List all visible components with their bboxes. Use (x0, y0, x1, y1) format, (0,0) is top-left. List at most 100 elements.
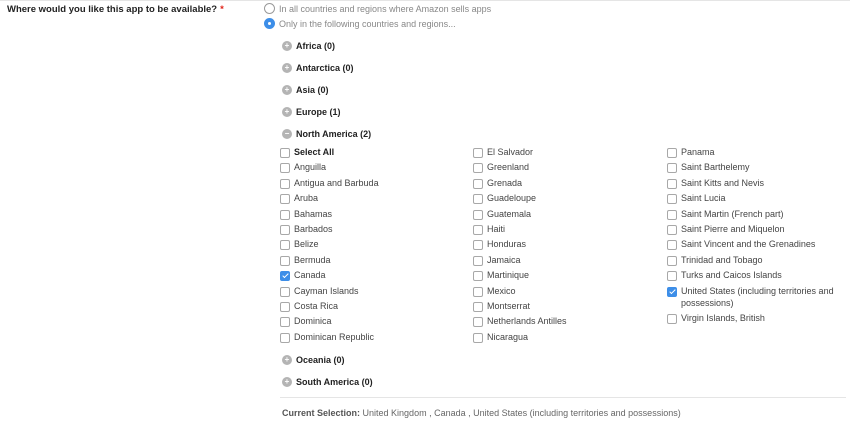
checkbox-icon[interactable] (473, 148, 483, 158)
checkbox-checked-icon[interactable] (667, 286, 677, 297)
country-checkbox[interactable]: Saint Vincent and the Grenadines (667, 238, 845, 251)
checkbox-icon[interactable] (473, 194, 483, 205)
checkbox-icon[interactable] (473, 286, 483, 297)
checkbox-icon[interactable] (473, 255, 483, 266)
country-checkbox[interactable]: Barbados (280, 223, 460, 235)
country-checkbox[interactable]: Guatemala (473, 208, 653, 220)
radio-selected-icon[interactable] (264, 18, 275, 29)
country-checkbox[interactable]: Dominica (280, 315, 460, 328)
plus-icon[interactable]: + (282, 85, 292, 95)
country-checkbox[interactable]: Antigua and Barbuda (280, 177, 460, 189)
region-africa[interactable]: + Africa (0) (282, 41, 335, 51)
checkbox-icon[interactable] (667, 271, 677, 282)
current-selection: Current Selection: United Kingdom , Cana… (282, 408, 681, 418)
country-checkbox[interactable]: Canada (280, 269, 460, 282)
checkbox-icon[interactable] (473, 209, 483, 220)
country-label: Select All (294, 147, 335, 157)
checkbox-icon[interactable] (667, 225, 677, 235)
checkbox-icon[interactable] (280, 286, 290, 297)
checkbox-icon[interactable] (280, 209, 290, 220)
country-label: Guatemala (487, 208, 532, 219)
country-checkbox[interactable]: Bahamas (280, 208, 460, 220)
country-checkbox[interactable]: United States (including territories and… (667, 285, 845, 309)
checkbox-icon[interactable] (473, 240, 483, 251)
region-asia[interactable]: + Asia (0) (282, 85, 329, 95)
checkbox-icon[interactable] (667, 148, 677, 158)
country-checkbox[interactable]: Panama (667, 146, 845, 158)
region-north-america[interactable]: − North America (2) (282, 129, 371, 139)
country-checkbox[interactable]: Guadeloupe (473, 192, 653, 205)
country-checkbox[interactable]: Saint Barthelemy (667, 161, 845, 174)
checkbox-icon[interactable] (667, 209, 677, 220)
country-checkbox[interactable]: Honduras (473, 238, 653, 251)
checkbox-icon[interactable] (280, 332, 290, 343)
country-label: Saint Lucia (681, 193, 726, 204)
checkbox-icon[interactable] (280, 148, 290, 158)
checkbox-icon[interactable] (473, 225, 483, 235)
checkbox-icon[interactable] (667, 255, 677, 266)
region-antarctica[interactable]: + Antarctica (0) (282, 63, 354, 73)
country-checkbox[interactable]: Costa Rica (280, 300, 460, 312)
checkbox-icon[interactable] (667, 194, 677, 205)
checkbox-icon[interactable] (280, 225, 290, 235)
country-checkbox[interactable]: Dominican Republic (280, 331, 460, 343)
country-checkbox[interactable]: Aruba (280, 192, 460, 205)
checkbox-icon[interactable] (280, 302, 290, 312)
country-checkbox[interactable]: Greenland (473, 161, 653, 174)
radio-selected-countries[interactable]: Only in the following countries and regi… (264, 18, 456, 29)
radio-all-countries[interactable]: In all countries and regions where Amazo… (264, 3, 491, 14)
checkbox-icon[interactable] (473, 271, 483, 282)
country-label: Antigua and Barbuda (294, 177, 379, 188)
checkbox-icon[interactable] (280, 194, 290, 205)
country-checkbox[interactable]: Belize (280, 238, 460, 251)
checkbox-icon[interactable] (667, 240, 677, 251)
checkbox-icon[interactable] (280, 240, 290, 251)
country-checkbox[interactable]: Saint Lucia (667, 192, 845, 205)
country-checkbox[interactable]: Virgin Islands, British (667, 312, 845, 324)
plus-icon[interactable]: + (282, 41, 292, 51)
checkbox-icon[interactable] (280, 178, 290, 189)
radio-all-icon[interactable] (264, 3, 275, 14)
country-checkbox[interactable]: Turks and Caicos Islands (667, 269, 845, 282)
checkbox-icon[interactable] (280, 163, 290, 174)
country-checkbox[interactable]: Netherlands Antilles (473, 315, 653, 328)
plus-icon[interactable]: + (282, 107, 292, 117)
country-label: Dominican Republic (294, 331, 375, 342)
region-south-america[interactable]: + South America (0) (282, 377, 373, 387)
country-checkbox[interactable]: Montserrat (473, 300, 653, 312)
country-checkbox[interactable]: Jamaica (473, 254, 653, 266)
region-oceania[interactable]: + Oceania (0) (282, 355, 345, 365)
checkbox-icon[interactable] (667, 163, 677, 174)
checkbox-icon[interactable] (280, 255, 290, 266)
checkbox-checked-icon[interactable] (280, 271, 290, 282)
checkbox-icon[interactable] (473, 163, 483, 174)
country-checkbox[interactable]: Martinique (473, 269, 653, 282)
country-checkbox[interactable]: Saint Martin (French part) (667, 208, 845, 220)
checkbox-icon[interactable] (473, 332, 483, 343)
minus-icon[interactable]: − (282, 129, 292, 139)
select-all-checkbox[interactable]: Select All (280, 146, 460, 158)
country-checkbox[interactable]: Mexico (473, 285, 653, 297)
checkbox-icon[interactable] (280, 317, 290, 328)
plus-icon[interactable]: + (282, 63, 292, 73)
country-checkbox[interactable]: Nicaragua (473, 331, 653, 343)
country-checkbox[interactable]: El Salvador (473, 146, 653, 158)
country-checkbox[interactable]: Anguilla (280, 161, 460, 174)
country-label: Virgin Islands, British (681, 313, 765, 323)
checkbox-icon[interactable] (473, 178, 483, 189)
country-checkbox[interactable]: Saint Kitts and Nevis (667, 177, 845, 189)
checkbox-icon[interactable] (667, 178, 677, 189)
checkbox-icon[interactable] (667, 314, 677, 324)
country-checkbox[interactable]: Haiti (473, 223, 653, 235)
plus-icon[interactable]: + (282, 377, 292, 387)
country-checkbox[interactable]: Grenada (473, 177, 653, 189)
checkbox-icon[interactable] (473, 302, 483, 312)
region-europe[interactable]: + Europe (1) (282, 107, 341, 117)
region-label: North America (2) (296, 129, 372, 139)
country-checkbox[interactable]: Saint Pierre and Miquelon (667, 223, 845, 235)
plus-icon[interactable]: + (282, 355, 292, 365)
country-checkbox[interactable]: Cayman Islands (280, 285, 460, 297)
country-checkbox[interactable]: Trinidad and Tobago (667, 254, 845, 266)
checkbox-icon[interactable] (473, 317, 483, 328)
country-checkbox[interactable]: Bermuda (280, 254, 460, 266)
